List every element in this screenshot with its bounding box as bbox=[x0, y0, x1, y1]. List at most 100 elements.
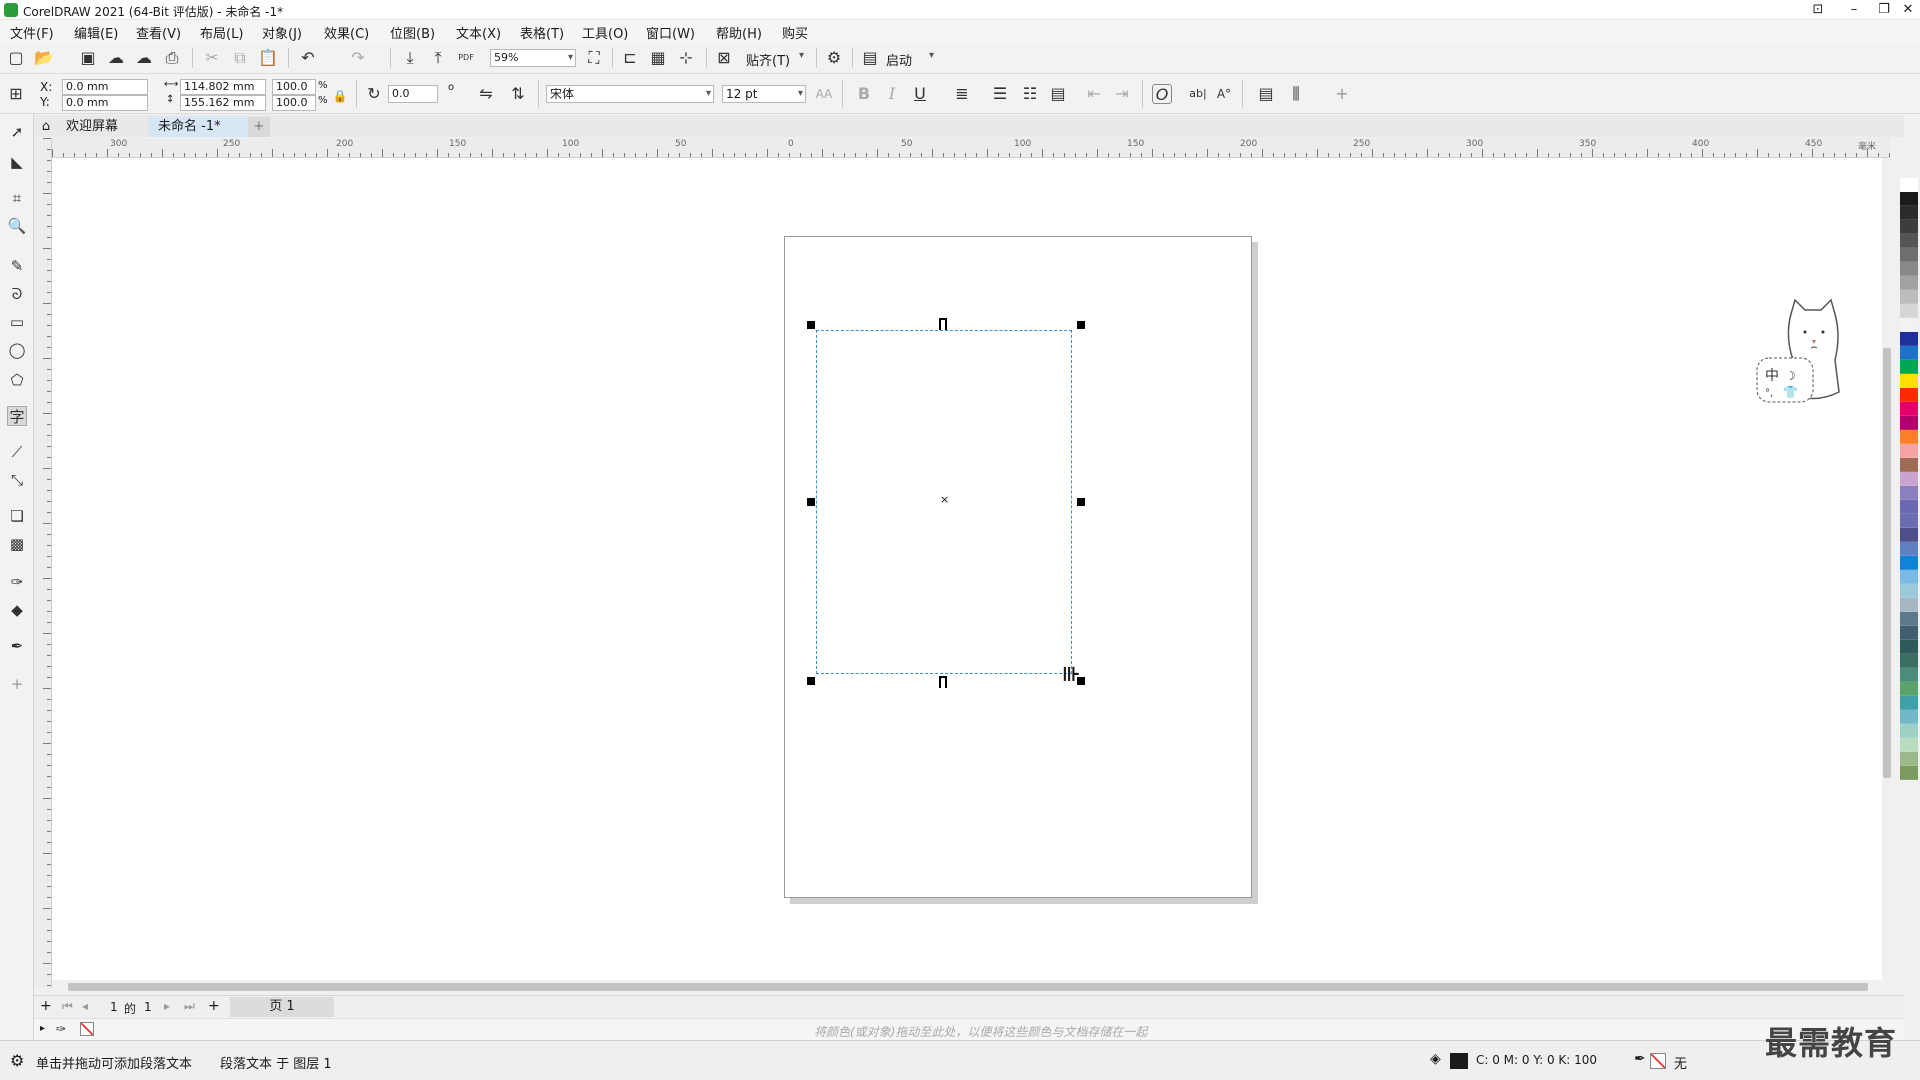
palette-swatch[interactable] bbox=[1900, 262, 1918, 276]
palette-swatch[interactable] bbox=[1900, 290, 1918, 304]
crop-tool-icon[interactable]: ⌗ bbox=[7, 188, 27, 208]
palette-swatch[interactable] bbox=[1900, 276, 1918, 290]
freehand-tool-icon[interactable]: ✎ bbox=[7, 256, 27, 276]
insert-character-icon[interactable]: A° bbox=[1214, 84, 1234, 104]
selection-handle[interactable] bbox=[807, 321, 815, 329]
palette-swatch[interactable] bbox=[1900, 220, 1918, 234]
palette-swatch[interactable] bbox=[1900, 752, 1918, 766]
palette-swatch[interactable] bbox=[1900, 584, 1918, 598]
pick-tool-icon[interactable]: ➚ bbox=[7, 122, 27, 142]
palette-swatch[interactable] bbox=[1900, 388, 1918, 402]
zoom-level-dropdown[interactable]: 59% bbox=[490, 49, 576, 67]
parallel-dimension-icon[interactable]: ⟋ bbox=[7, 442, 27, 462]
selection-handle[interactable] bbox=[807, 498, 815, 506]
object-origin-icon[interactable]: ⊞ bbox=[6, 84, 26, 104]
selection-handle[interactable] bbox=[807, 677, 815, 685]
palette-swatch[interactable] bbox=[1900, 472, 1918, 486]
palette-swatch[interactable] bbox=[1900, 710, 1918, 724]
font-size-dropdown[interactable]: 12 pt bbox=[722, 85, 806, 103]
menu-item-1[interactable]: 编辑(E) bbox=[74, 23, 118, 42]
menu-item-7[interactable]: 文本(X) bbox=[456, 23, 501, 42]
palette-swatch[interactable] bbox=[1900, 458, 1918, 472]
menu-item-0[interactable]: 文件(F) bbox=[10, 23, 54, 42]
selection-handle[interactable] bbox=[1077, 498, 1085, 506]
vertical-scrollbar[interactable] bbox=[1882, 158, 1892, 980]
options-gear-icon[interactable]: ⚙ bbox=[824, 48, 844, 68]
palette-swatch[interactable] bbox=[1900, 640, 1918, 654]
menu-item-5[interactable]: 效果(C) bbox=[324, 23, 369, 42]
add-page-after-icon[interactable]: + bbox=[208, 998, 220, 1014]
smart-fill-icon[interactable]: ✒ bbox=[7, 636, 27, 656]
launch-icon[interactable]: ▤ bbox=[860, 48, 880, 68]
connector-tool-icon[interactable]: ⤡ bbox=[7, 470, 27, 490]
palette-swatch[interactable] bbox=[1900, 682, 1918, 696]
show-rulers-icon[interactable]: ⊏ bbox=[620, 48, 640, 68]
menu-item-8[interactable]: 表格(T) bbox=[520, 23, 564, 42]
palette-swatch[interactable] bbox=[1900, 598, 1918, 612]
document-palette-bar[interactable]: ▸ ✑ 将颜色(或对象)拖动至此处，以便将这些颜色与文档存储在一起 bbox=[34, 1018, 1904, 1040]
add-icon[interactable]: + bbox=[1332, 84, 1352, 104]
fill-color-swatch[interactable] bbox=[1450, 1053, 1468, 1069]
launch-dropdown[interactable]: 启动 bbox=[886, 50, 936, 69]
menu-item-9[interactable]: 工具(O) bbox=[582, 23, 628, 42]
palette-swatch[interactable] bbox=[1900, 724, 1918, 738]
rectangle-tool-icon[interactable]: ▭ bbox=[7, 312, 27, 332]
palette-swatch[interactable] bbox=[1900, 668, 1918, 682]
show-guidelines-icon[interactable]: ⊹ bbox=[676, 48, 696, 68]
palette-swatch[interactable] bbox=[1900, 486, 1918, 500]
no-color-swatch[interactable] bbox=[80, 1022, 94, 1036]
palette-swatch[interactable] bbox=[1900, 430, 1918, 444]
bullet-list-icon[interactable]: ☰ bbox=[990, 84, 1010, 104]
vertical-scroll-thumb[interactable] bbox=[1883, 348, 1891, 778]
mirror-vertical-icon[interactable]: ⇅ bbox=[508, 84, 528, 104]
user-icon[interactable]: ⊡ bbox=[1800, 0, 1836, 20]
palette-swatch[interactable] bbox=[1900, 612, 1918, 626]
palette-swatch[interactable] bbox=[1900, 402, 1918, 416]
palette-swatch[interactable] bbox=[1900, 514, 1918, 528]
palette-swatch[interactable] bbox=[1900, 416, 1918, 430]
palette-swatch[interactable] bbox=[1900, 318, 1918, 332]
palette-swatch[interactable] bbox=[1900, 500, 1918, 514]
drop-shadow-icon[interactable]: ❏ bbox=[7, 506, 27, 526]
drop-cap-icon[interactable]: ▤ bbox=[1048, 84, 1068, 104]
palette-swatch[interactable] bbox=[1900, 360, 1918, 374]
palette-swatch[interactable] bbox=[1900, 696, 1918, 710]
palette-swatch[interactable] bbox=[1900, 626, 1918, 640]
text-tool-icon[interactable]: 字 bbox=[7, 406, 27, 426]
palette-swatch[interactable] bbox=[1900, 542, 1918, 556]
first-page-icon[interactable]: ⏮ bbox=[62, 999, 73, 1014]
selection-handle[interactable] bbox=[1077, 321, 1085, 329]
underline-button[interactable]: U bbox=[910, 84, 930, 104]
new-document-icon[interactable]: ▢ bbox=[6, 48, 26, 68]
interactive-fill-icon[interactable]: ◆ bbox=[7, 600, 27, 620]
cloud-download-icon[interactable]: ☁ bbox=[106, 48, 126, 68]
palette-swatch[interactable] bbox=[1900, 738, 1918, 752]
transparency-icon[interactable]: ▩ bbox=[7, 534, 27, 554]
x-position-input[interactable]: 0.0 mm bbox=[62, 79, 148, 95]
palette-swatch[interactable] bbox=[1900, 206, 1918, 220]
print-icon[interactable]: ⎙ bbox=[162, 48, 182, 68]
opentype-icon[interactable]: O bbox=[1152, 84, 1172, 104]
palette-swatch[interactable] bbox=[1900, 346, 1918, 360]
horizontal-scrollbar[interactable] bbox=[52, 980, 1890, 994]
scale-height-input[interactable]: 100.0 bbox=[272, 95, 316, 111]
increase-indent-icon[interactable]: ⇥ bbox=[1112, 84, 1132, 104]
export-pdf-icon[interactable]: PDF bbox=[456, 48, 476, 68]
last-page-icon[interactable]: ⏭ bbox=[184, 999, 195, 1014]
menu-item-6[interactable]: 位图(B) bbox=[390, 23, 435, 42]
text-frame-top-tab[interactable] bbox=[939, 318, 947, 330]
height-input[interactable]: 155.162 mm bbox=[180, 95, 266, 111]
menu-item-4[interactable]: 对象(J) bbox=[262, 23, 302, 42]
next-page-icon[interactable]: ▸ bbox=[164, 999, 170, 1013]
undo-icon[interactable]: ↶ bbox=[298, 48, 318, 68]
vertical-text-icon[interactable]: ⫼ bbox=[1286, 84, 1306, 104]
palette-swatch[interactable] bbox=[1900, 192, 1918, 206]
font-size-auto-icon[interactable]: AA bbox=[814, 84, 834, 104]
palette-swatch[interactable] bbox=[1900, 654, 1918, 668]
tab-welcome-screen[interactable]: 欢迎屏幕 bbox=[56, 117, 128, 137]
menu-item-2[interactable]: 查看(V) bbox=[136, 23, 181, 42]
palette-swatch[interactable] bbox=[1900, 178, 1918, 192]
snap-to-dropdown[interactable]: 贴齐(T) bbox=[746, 50, 806, 69]
input-method-mascot[interactable]: 中 ☽ °, 👕 bbox=[1755, 296, 1851, 412]
shape-tool-icon[interactable]: ◣ bbox=[7, 152, 27, 172]
